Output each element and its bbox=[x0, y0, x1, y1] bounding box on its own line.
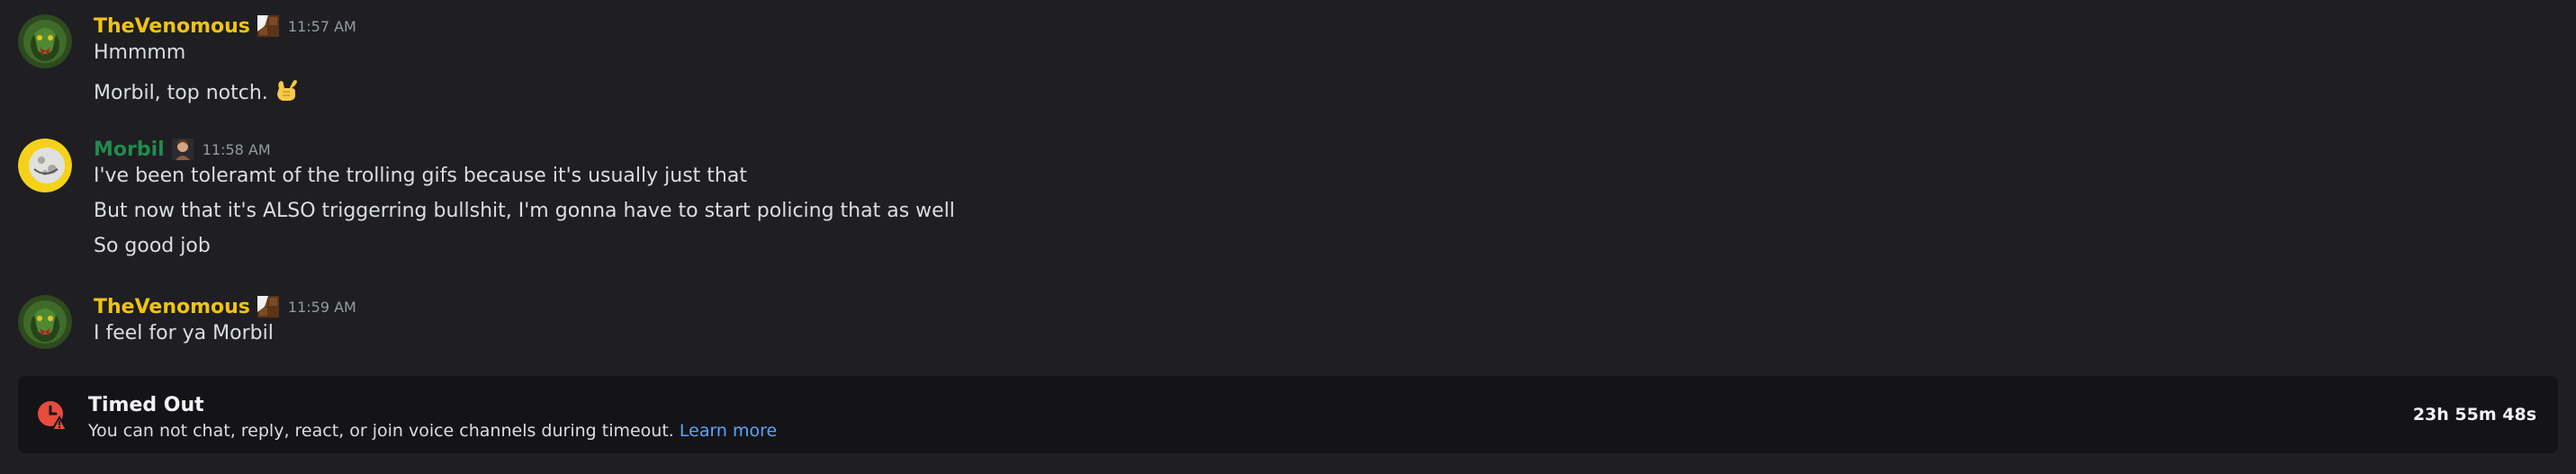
message-content: I feel for ya Morbil bbox=[94, 322, 274, 344]
timeout-description: You can not chat, reply, react, or join … bbox=[88, 421, 777, 441]
message-text: But now that it's ALSO triggerring bulls… bbox=[94, 200, 955, 222]
chocolate-bar-icon[interactable] bbox=[256, 13, 281, 39]
chat-message-list: TheVenomous 11:57 AM Hmmmm Morbil, top n… bbox=[0, 0, 2576, 474]
message-text: I've been toleramt of the trolling gifs … bbox=[94, 165, 747, 187]
username[interactable]: TheVenomous bbox=[94, 15, 250, 38]
learn-more-link[interactable]: Learn more bbox=[680, 421, 777, 441]
timeout-title: Timed Out bbox=[88, 394, 204, 416]
message-text: I feel for ya Morbil bbox=[94, 322, 274, 344]
snake-avatar-icon[interactable] bbox=[18, 295, 72, 349]
message-header: Morbil 11:58 AM bbox=[94, 136, 271, 163]
chocolate-bar-icon[interactable] bbox=[256, 294, 281, 319]
username[interactable]: TheVenomous bbox=[94, 296, 250, 318]
moon-face-avatar-icon[interactable] bbox=[18, 139, 72, 192]
message-text: Morbil, top notch. bbox=[94, 81, 268, 104]
username[interactable]: Morbil bbox=[94, 139, 165, 161]
message-text: Hmmmm bbox=[94, 41, 186, 64]
message-content: But now that it's ALSO triggerring bulls… bbox=[94, 200, 955, 222]
clock-warning-icon bbox=[36, 399, 68, 432]
timeout-description-text: You can not chat, reply, react, or join … bbox=[88, 421, 680, 441]
call-me-hand-emoji-icon[interactable] bbox=[272, 76, 301, 110]
message-content: So good job bbox=[94, 235, 211, 257]
timestamp: 11:58 AM bbox=[202, 140, 271, 158]
timestamp: 11:59 AM bbox=[287, 298, 356, 316]
timestamp: 11:57 AM bbox=[287, 17, 356, 35]
timeout-notice: Timed Out You can not chat, reply, react… bbox=[18, 376, 2558, 453]
message-content: Morbil, top notch. bbox=[94, 76, 301, 110]
message-content: I've been toleramt of the trolling gifs … bbox=[94, 165, 747, 187]
message-header: TheVenomous 11:57 AM bbox=[94, 13, 356, 40]
message-header: TheVenomous 11:59 AM bbox=[94, 293, 356, 320]
timeout-countdown: 23h 55m 48s bbox=[2412, 405, 2536, 425]
snake-avatar-icon[interactable] bbox=[18, 14, 72, 68]
portrait-role-icon[interactable] bbox=[170, 137, 195, 162]
message-text: So good job bbox=[94, 235, 211, 257]
message-content: Hmmmm bbox=[94, 41, 185, 64]
